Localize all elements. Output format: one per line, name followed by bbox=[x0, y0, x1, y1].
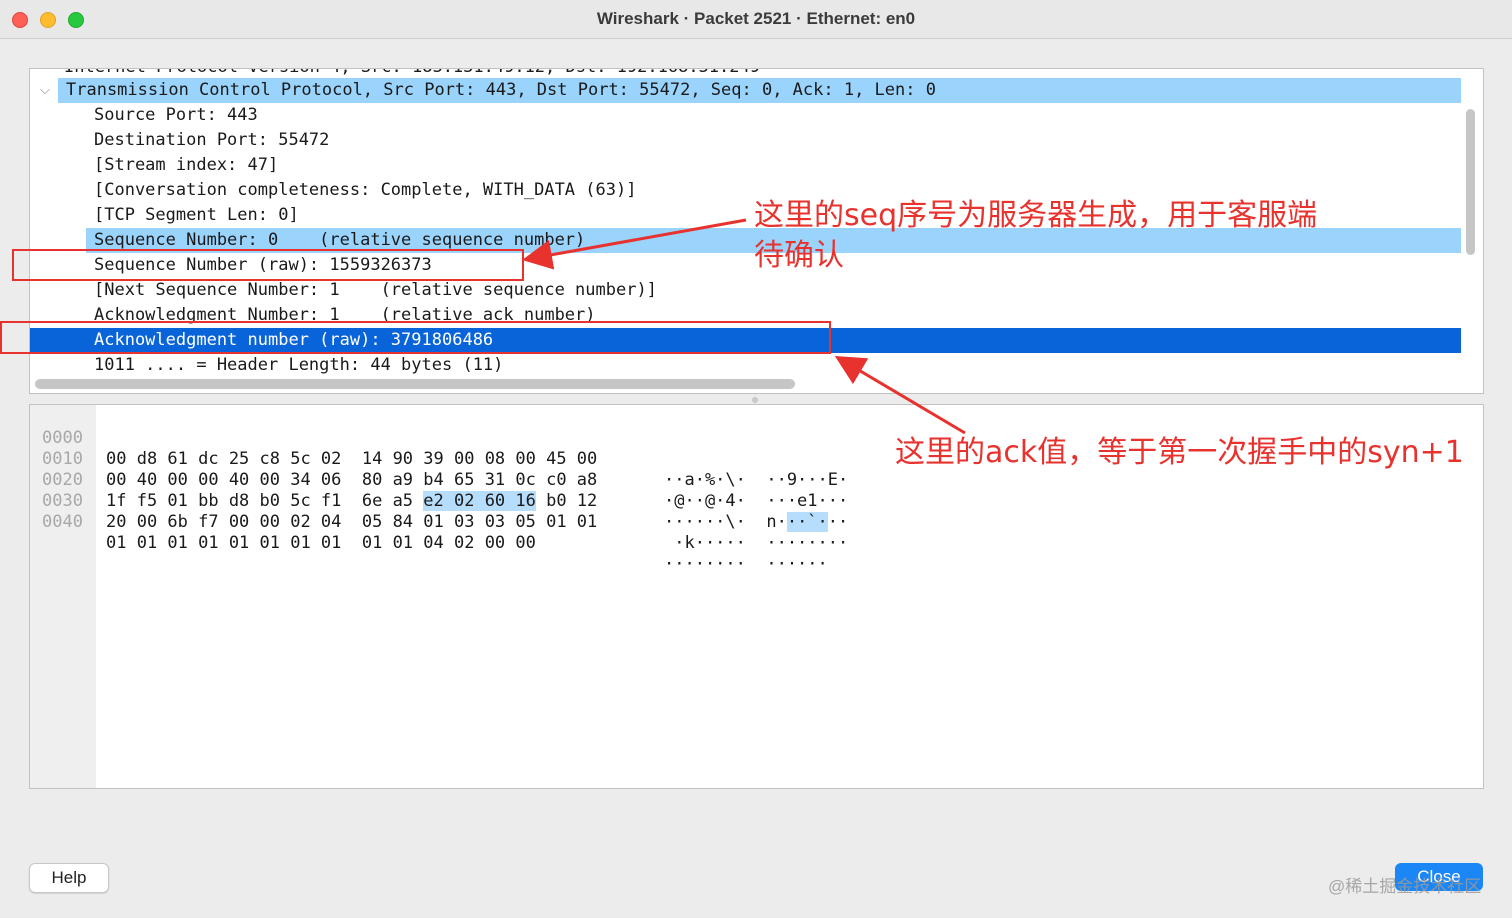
annotation-ack-note: 这里的ack值，等于第一次握手中的syn+1 bbox=[895, 435, 1464, 470]
watermark: @稀土掘金技术社区 bbox=[1328, 877, 1482, 896]
annotation-seq-note: 这里的seq序号为服务器生成，用于客服端 待确认 bbox=[754, 198, 1318, 273]
arrow-to-ack-raw bbox=[834, 355, 966, 435]
help-button[interactable]: Help bbox=[29, 863, 109, 893]
arrow-to-seq-raw bbox=[522, 218, 747, 270]
